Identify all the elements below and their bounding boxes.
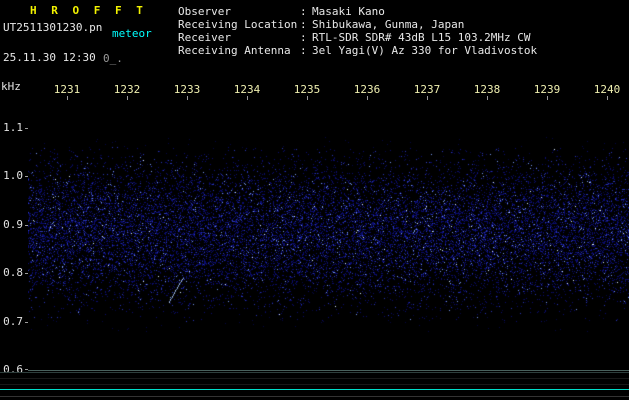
info-row-antenna: Receiving Antenna : 3el Yagi(V) Az 330 f… bbox=[178, 45, 537, 57]
info-label: Receiving Location bbox=[178, 18, 298, 31]
info-value: RTL-SDR SDR# 43dB L15 103.2MHz CW bbox=[312, 31, 531, 44]
x-tick-label: 1240 bbox=[593, 83, 621, 96]
y-tick-label: 1.0 bbox=[3, 169, 23, 182]
x-tick-label: 1239 bbox=[533, 83, 561, 96]
info-label: Receiving Antenna bbox=[178, 44, 291, 57]
y-tick-label: 1.1 bbox=[3, 121, 23, 134]
output-filename: UT2511301230.pn bbox=[3, 21, 103, 34]
x-tick-label: 1232 bbox=[113, 83, 141, 96]
info-colon: : bbox=[300, 18, 307, 31]
y-axis-unit: kHz bbox=[1, 80, 21, 93]
counter-label: 0_. bbox=[103, 52, 123, 65]
x-tick-label: 1236 bbox=[353, 83, 381, 96]
x-tick-label: 1238 bbox=[473, 83, 501, 96]
info-value: Masaki Kano bbox=[312, 5, 385, 18]
signal-level-line bbox=[0, 389, 629, 390]
info-label: Receiver bbox=[178, 31, 231, 44]
info-value: 3el Yagi(V) Az 330 for Vladivostok bbox=[312, 44, 538, 57]
x-tick-label: 1231 bbox=[53, 83, 81, 96]
info-row-observer: Observer : Masaki Kano bbox=[178, 6, 385, 18]
info-value: Shibukawa, Gunma, Japan bbox=[312, 18, 465, 31]
y-tick-label: 0.8 bbox=[3, 266, 23, 279]
x-tick-label: 1235 bbox=[293, 83, 321, 96]
info-label: Observer bbox=[178, 5, 231, 18]
info-colon: : bbox=[300, 31, 307, 44]
info-colon: : bbox=[300, 44, 307, 57]
hrofft-screenshot: H R O F F T UT2511301230.pn meteor 25.11… bbox=[0, 0, 629, 400]
x-tick-label: 1233 bbox=[173, 83, 201, 96]
datetime-label: 25.11.30 12:30 bbox=[3, 51, 96, 64]
x-tick-label: 1237 bbox=[413, 83, 441, 96]
strip-top-line bbox=[0, 372, 629, 373]
strip-bottom-line bbox=[0, 396, 629, 397]
info-row-location: Receiving Location : Shibukawa, Gunma, J… bbox=[178, 19, 464, 31]
spectrogram-panel bbox=[28, 100, 629, 371]
signal-level-strip bbox=[0, 372, 629, 399]
x-tick-label: 1234 bbox=[233, 83, 261, 96]
strip-gridline bbox=[0, 384, 629, 385]
spectrogram-canvas bbox=[28, 100, 629, 370]
info-row-receiver: Receiver : RTL-SDR SDR# 43dB L15 103.2MH… bbox=[178, 32, 531, 44]
y-tick-label: 0.9 bbox=[3, 218, 23, 231]
info-colon: : bbox=[300, 5, 307, 18]
strip-gridline bbox=[0, 378, 629, 379]
observation-mode-label: meteor bbox=[112, 27, 152, 40]
app-title: H R O F F T bbox=[30, 4, 147, 17]
y-tick-label: 0.7 bbox=[3, 315, 23, 328]
